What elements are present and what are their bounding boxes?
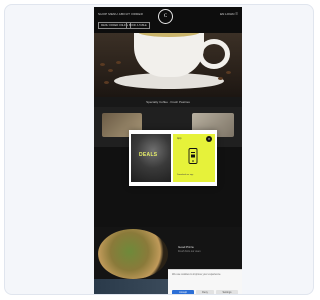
hero-image: [94, 33, 242, 97]
cookie-text: We use cookies to improve your experienc…: [172, 273, 222, 276]
coffee-bean: [226, 71, 231, 74]
promo-title: Good Pizza: [178, 245, 194, 249]
brand-logo[interactable]: C: [158, 9, 173, 24]
phone-icon: [188, 148, 198, 164]
promo-modal: DEALS App × Download our app: [129, 130, 217, 186]
coffee-bean: [116, 61, 121, 64]
top-navigation: SHOP MENU ABOUT ORDER C EN LOGIN ☰ MENU …: [94, 7, 242, 33]
cookie-settings-button[interactable]: Settings: [216, 290, 238, 294]
book-table-button[interactable]: BOOK A TABLE: [126, 22, 150, 29]
coffee-bean: [104, 81, 109, 84]
cookie-deny-button[interactable]: Deny: [196, 290, 214, 294]
website-preview: SHOP MENU ABOUT ORDER C EN LOGIN ☰ MENU …: [94, 7, 242, 294]
modal-brand: App: [177, 137, 182, 140]
cookie-accept-button[interactable]: Accept: [172, 290, 194, 294]
promo-text: Fresh from our oven: [178, 250, 201, 253]
coffee-bean: [100, 63, 105, 66]
coffee-bean: [218, 77, 223, 80]
nav-actions[interactable]: EN LOGIN ☰: [220, 12, 238, 16]
modal-caption: Download our app: [177, 174, 194, 176]
cookie-banner: We use cookies to improve your experienc…: [168, 269, 242, 294]
preview-card: SHOP MENU ABOUT ORDER C EN LOGIN ☰ MENU …: [4, 4, 314, 295]
coffee-cup: [134, 33, 204, 77]
modal-photo: DEALS: [131, 134, 171, 182]
pizza-image: [98, 229, 168, 279]
modal-headline: DEALS: [139, 152, 158, 158]
close-icon[interactable]: ×: [206, 136, 212, 142]
hero-caption: Specialty Coffee · Fresh Pastries: [94, 97, 242, 107]
modal-panel: App × Download our app: [173, 134, 215, 182]
nav-links[interactable]: SHOP MENU ABOUT ORDER: [98, 12, 143, 16]
coffee-bean: [108, 69, 113, 72]
